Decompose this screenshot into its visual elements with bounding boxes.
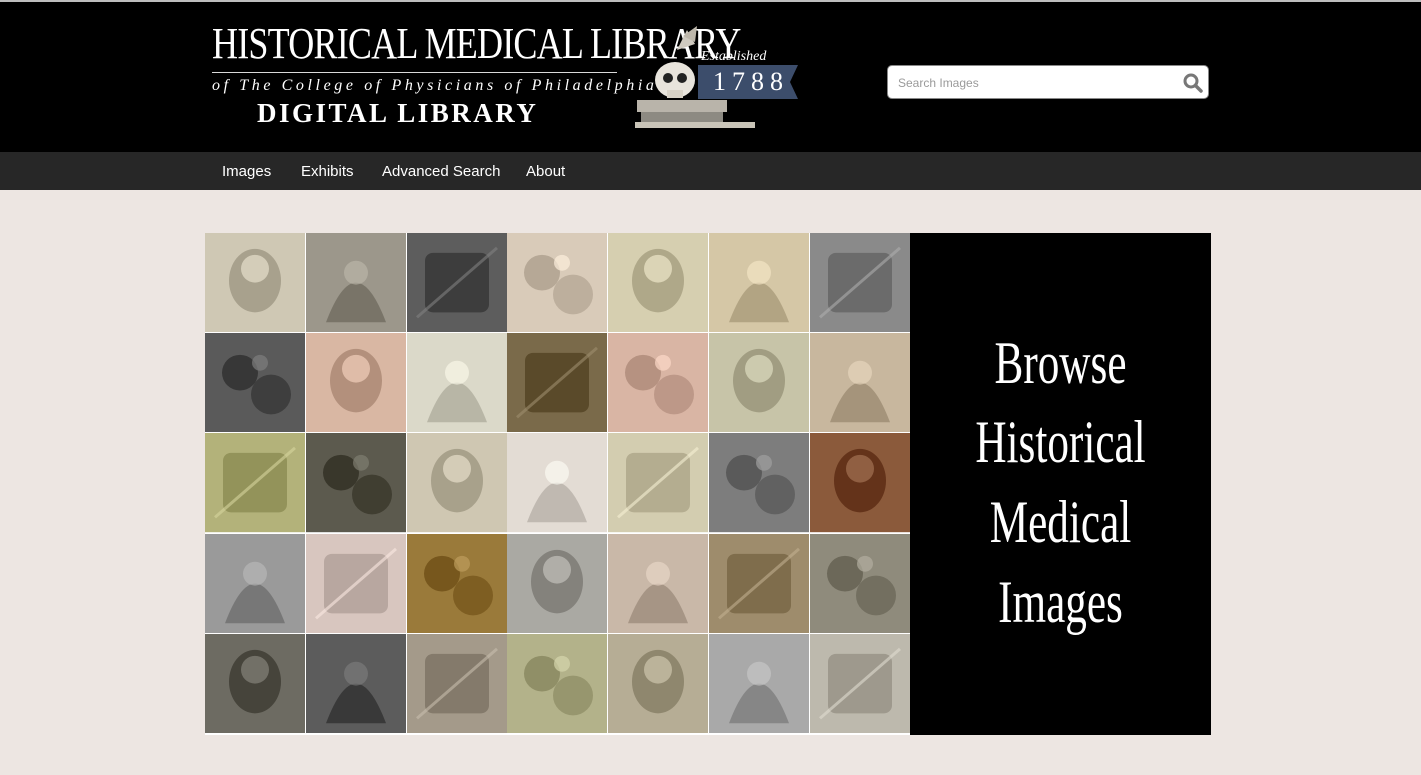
image-tile[interactable]: [305, 333, 406, 433]
tile-image: [507, 533, 608, 633]
tile-image: [507, 633, 608, 733]
site-header: HISTORICAL MEDICAL LIBRARY of The Colleg…: [0, 2, 1421, 152]
image-tile[interactable]: [305, 233, 406, 333]
tile-image: [406, 433, 507, 533]
tile-image: [708, 633, 809, 733]
established-year: 1788: [713, 67, 789, 96]
tile-image: [507, 433, 608, 533]
main-nav: Images Exhibits Advanced Search About: [0, 152, 1421, 190]
search-box: [887, 65, 1209, 99]
image-tile[interactable]: [205, 333, 305, 433]
image-tile[interactable]: [507, 633, 608, 733]
image-tile[interactable]: [708, 433, 809, 533]
image-tile[interactable]: [708, 533, 809, 633]
nav-images[interactable]: Images: [222, 152, 271, 190]
image-tile[interactable]: [406, 533, 507, 633]
image-tile[interactable]: [406, 433, 507, 533]
image-tile[interactable]: [406, 333, 507, 433]
image-tile[interactable]: [608, 333, 709, 433]
image-tile[interactable]: [507, 433, 608, 533]
image-tile[interactable]: [809, 433, 910, 533]
tile-image: [809, 433, 910, 533]
image-tile[interactable]: [406, 633, 507, 733]
nav-exhibits[interactable]: Exhibits: [301, 152, 354, 190]
tile-image: [608, 433, 709, 533]
site-logo[interactable]: HISTORICAL MEDICAL LIBRARY of The Colleg…: [205, 20, 815, 132]
image-tile[interactable]: [809, 533, 910, 633]
browse-line-4: Images: [998, 569, 1123, 635]
logo-title: HISTORICAL MEDICAL LIBRARY: [212, 19, 741, 68]
browse-images-panel[interactable]: Browse Historical Medical Images: [910, 233, 1211, 735]
image-tile[interactable]: [507, 233, 608, 333]
tile-image: [708, 233, 809, 333]
image-tile[interactable]: [305, 433, 406, 533]
established-label: Established: [701, 49, 767, 64]
image-tile[interactable]: [406, 233, 507, 333]
image-tile[interactable]: [708, 233, 809, 333]
image-tile[interactable]: [507, 333, 608, 433]
image-tile[interactable]: [708, 333, 809, 433]
tile-image: [305, 233, 406, 333]
tile-image: [708, 333, 809, 433]
tile-image: [305, 433, 406, 533]
image-mosaic: [205, 233, 910, 735]
image-tile[interactable]: [305, 633, 406, 733]
image-tile[interactable]: [205, 533, 305, 633]
nav-advanced-search[interactable]: Advanced Search: [382, 152, 500, 190]
logo-divider: [212, 72, 617, 73]
tile-image: [608, 533, 709, 633]
tile-image: [809, 233, 910, 333]
image-tile[interactable]: [809, 633, 910, 733]
tile-image: [205, 233, 305, 333]
tile-image: [809, 633, 910, 733]
image-tile[interactable]: [608, 433, 709, 533]
tile-image: [809, 533, 910, 633]
image-tile[interactable]: [708, 633, 809, 733]
image-tile[interactable]: [809, 333, 910, 433]
tile-image: [406, 533, 507, 633]
tile-image: [305, 633, 406, 733]
image-tile[interactable]: [507, 533, 608, 633]
image-tile[interactable]: [205, 633, 305, 733]
tile-image: [507, 233, 608, 333]
search-icon: [1183, 73, 1203, 93]
tile-image: [205, 633, 305, 733]
nav-about[interactable]: About: [526, 152, 565, 190]
browse-line-2: Historical: [975, 409, 1146, 475]
tile-image: [305, 533, 406, 633]
tile-image: [809, 333, 910, 433]
tile-image: [507, 333, 608, 433]
image-tile[interactable]: [305, 533, 406, 633]
tile-image: [608, 233, 709, 333]
image-tile[interactable]: [809, 233, 910, 333]
tile-image: [708, 533, 809, 633]
browse-line-1: Browse: [994, 330, 1127, 396]
image-tile[interactable]: [205, 433, 305, 533]
tile-image: [205, 333, 305, 433]
established-badge: Established 1788: [625, 20, 810, 132]
tile-image: [608, 633, 709, 733]
search-button[interactable]: [1182, 72, 1204, 94]
tile-image: [406, 233, 507, 333]
logo-digital-library: DIGITAL LIBRARY: [257, 98, 539, 128]
image-tile[interactable]: [608, 233, 709, 333]
image-tile[interactable]: [205, 233, 305, 333]
image-tile[interactable]: [608, 633, 709, 733]
tile-image: [205, 533, 305, 633]
search-input[interactable]: [896, 73, 1180, 93]
browse-line-3: Medical: [989, 489, 1132, 555]
tile-image: [708, 433, 809, 533]
tile-image: [305, 333, 406, 433]
logo-subtitle: of The College of Physicians of Philadel…: [212, 77, 658, 94]
tile-image: [608, 333, 709, 433]
tile-image: [205, 433, 305, 533]
image-tile[interactable]: [608, 533, 709, 633]
tile-image: [406, 333, 507, 433]
tile-image: [406, 633, 507, 733]
